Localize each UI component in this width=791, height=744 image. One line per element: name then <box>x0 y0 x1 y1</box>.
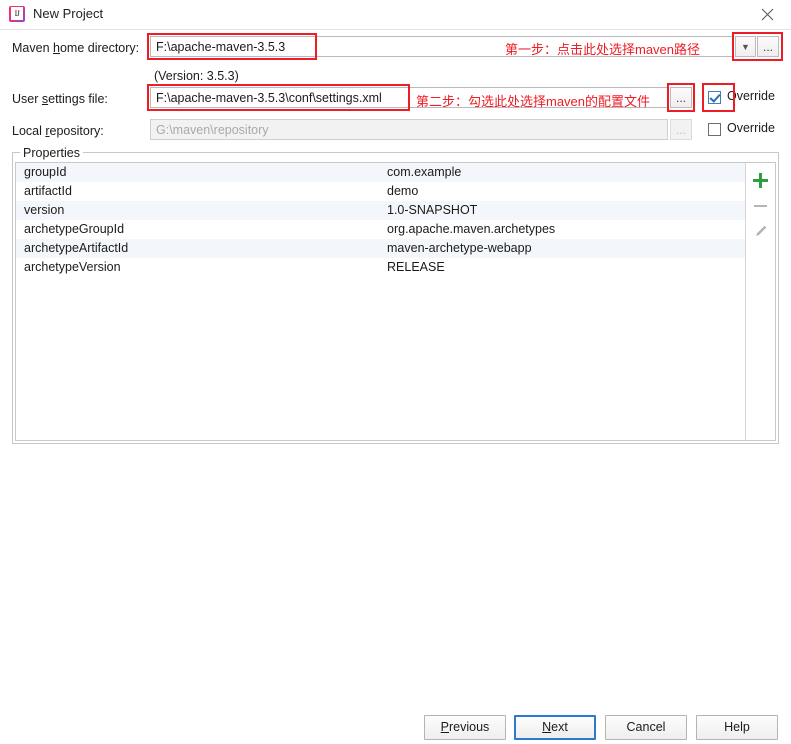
property-value: demo <box>387 184 419 198</box>
annotation-step-2: 第二步：勾选此处选择maven的配置文件 <box>416 94 651 109</box>
remove-property-button[interactable] <box>746 193 775 218</box>
maven-version-text: (Version: 3.5.3) <box>154 69 239 83</box>
table-row[interactable]: version 1.0-SNAPSHOT <box>16 201 747 220</box>
local-repository-browse-button[interactable]: ... <box>670 119 692 140</box>
maven-home-label: Maven home directory: <box>12 41 140 55</box>
edit-property-button[interactable] <box>746 219 775 244</box>
local-repository-override-checkbox[interactable] <box>708 123 721 136</box>
user-settings-label: User settings file: <box>12 92 108 106</box>
chevron-down-icon: ▼ <box>741 42 750 52</box>
user-settings-browse-button[interactable]: ... <box>670 87 692 108</box>
properties-table: groupId com.example artifactId demo vers… <box>15 162 776 441</box>
previous-button[interactable]: Previous <box>424 715 506 740</box>
table-row[interactable]: artifactId demo <box>16 182 747 201</box>
property-key: archetypeVersion <box>24 260 121 274</box>
ellipsis-icon: ... <box>762 40 773 54</box>
property-key: artifactId <box>24 184 72 198</box>
footer-divider <box>0 690 791 691</box>
table-row[interactable]: archetypeVersion RELEASE <box>16 258 747 277</box>
ellipsis-icon: ... <box>675 123 686 137</box>
property-value: org.apache.maven.archetypes <box>387 222 556 236</box>
property-value: 1.0-SNAPSHOT <box>387 203 478 217</box>
close-button[interactable] <box>745 0 791 29</box>
property-key: groupId <box>24 165 67 179</box>
table-row[interactable]: archetypeGroupId org.apache.maven.archet… <box>16 220 747 239</box>
properties-group-title: Properties <box>20 146 83 160</box>
property-key: archetypeGroupId <box>24 222 125 236</box>
maven-home-dropdown-button[interactable]: ▼ <box>735 36 756 57</box>
user-settings-override-checkbox[interactable] <box>708 91 721 104</box>
add-property-button[interactable] <box>746 167 775 192</box>
property-key: version <box>24 203 65 217</box>
local-repository-label: Local repository: <box>12 124 104 138</box>
pencil-icon <box>754 225 767 238</box>
table-row[interactable]: groupId com.example <box>16 163 747 182</box>
table-row[interactable]: archetypeArtifactId maven-archetype-weba… <box>16 239 747 258</box>
maven-home-browse-button[interactable]: ... <box>757 36 779 57</box>
minus-icon <box>754 205 767 207</box>
properties-table-body: groupId com.example artifactId demo vers… <box>16 163 747 277</box>
help-button[interactable]: Help <box>696 715 778 740</box>
property-key: archetypeArtifactId <box>24 241 129 255</box>
plus-icon <box>753 173 768 188</box>
next-button[interactable]: Next <box>514 715 596 740</box>
close-icon <box>761 8 774 21</box>
property-value: com.example <box>387 165 462 179</box>
properties-toolbar <box>745 163 775 440</box>
title-bar: IJ New Project <box>0 0 791 30</box>
local-repository-override-label: Override <box>727 121 775 135</box>
local-repository-input[interactable]: G:\maven\repository <box>150 119 668 140</box>
property-value: RELEASE <box>387 260 445 274</box>
window-title: New Project <box>33 6 104 21</box>
ellipsis-icon: ... <box>675 91 686 105</box>
property-value: maven-archetype-webapp <box>387 241 532 255</box>
annotation-step-1: 第一步：点击此处选择maven路径 <box>505 42 701 57</box>
cancel-button[interactable]: Cancel <box>605 715 687 740</box>
user-settings-override-label: Override <box>727 89 775 103</box>
intellij-idea-icon: IJ <box>9 6 25 22</box>
